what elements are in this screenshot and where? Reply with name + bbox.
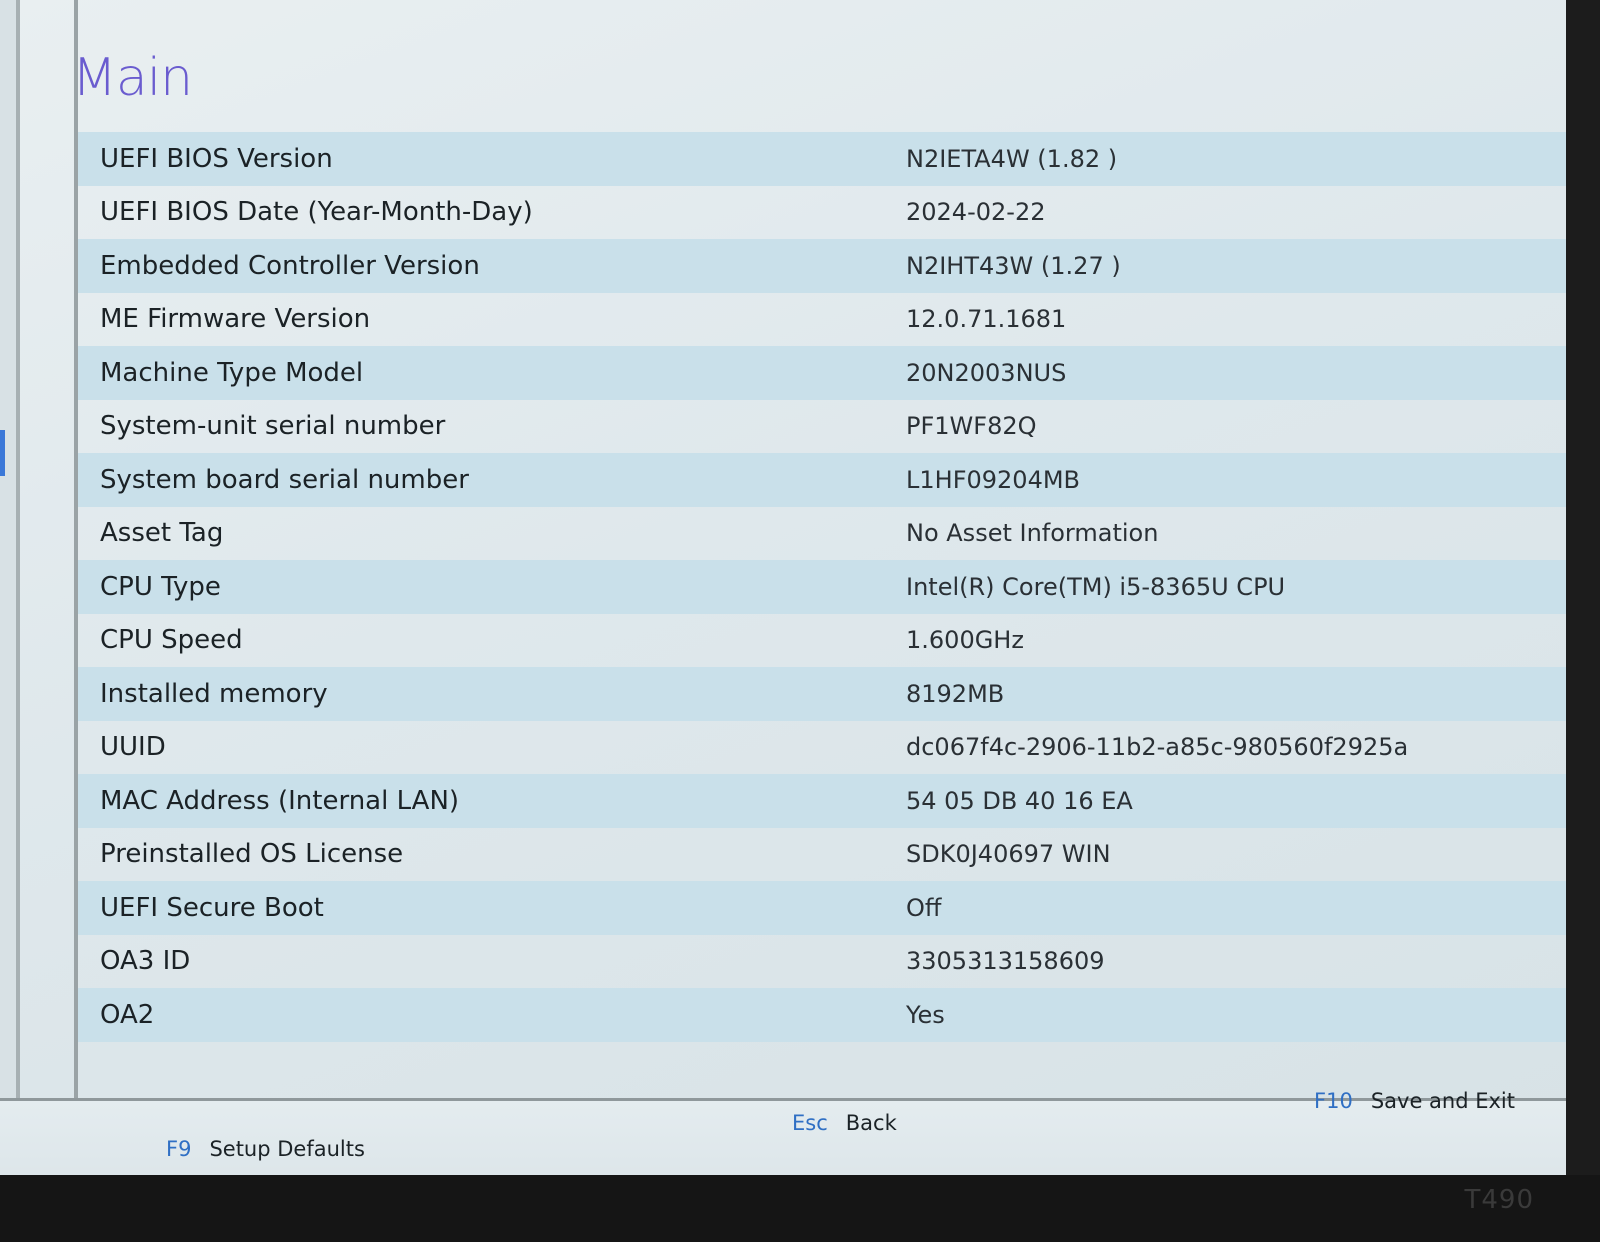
info-value: 8192MB: [906, 679, 1005, 708]
system-info-list: UEFI BIOS Version N2IETA4W (1.82 ) UEFI …: [78, 132, 1566, 1042]
info-row-me-firmware: ME Firmware Version 12.0.71.1681: [78, 293, 1566, 347]
info-label: System-unit serial number: [100, 411, 446, 442]
info-row-secure-boot: UEFI Secure Boot Off: [78, 881, 1566, 935]
info-value: 2024-02-22: [906, 198, 1046, 227]
info-value: No Asset Information: [906, 519, 1159, 548]
info-label: OA2: [100, 999, 155, 1030]
info-value: L1HF09204MB: [906, 465, 1081, 494]
info-row-unit-serial: System-unit serial number PF1WF82Q: [78, 400, 1566, 454]
info-value: 1.600GHz: [906, 626, 1024, 655]
info-value: N2IETA4W (1.82 ): [906, 144, 1118, 173]
info-label: UEFI BIOS Date (Year-Month-Day): [100, 197, 533, 228]
info-label: MAC Address (Internal LAN): [100, 785, 460, 816]
info-row-mac-address: MAC Address (Internal LAN) 54 05 DB 40 1…: [78, 774, 1566, 828]
info-label: UEFI Secure Boot: [100, 892, 324, 923]
save-and-exit-label: Save and Exit: [1370, 1089, 1515, 1113]
info-row-asset-tag: Asset Tag No Asset Information: [78, 507, 1566, 561]
bios-screen: Main UEFI BIOS Version N2IETA4W (1.82 ) …: [0, 0, 1566, 1175]
save-and-exit-button[interactable]: F10 Save and Exit: [1314, 1089, 1515, 1113]
info-value: Off: [906, 893, 942, 922]
info-label: UUID: [100, 732, 166, 763]
info-label: Asset Tag: [100, 518, 224, 549]
info-label: ME Firmware Version: [100, 304, 371, 335]
info-row-machine-type: Machine Type Model 20N2003NUS: [78, 346, 1566, 400]
setup-defaults-label: Setup Defaults: [209, 1137, 365, 1161]
left-navigation-edge: [0, 0, 20, 1110]
info-label: Preinstalled OS License: [100, 839, 404, 870]
info-row-ec-version: Embedded Controller Version N2IHT43W (1.…: [78, 239, 1566, 293]
info-row-cpu-speed: CPU Speed 1.600GHz: [78, 614, 1566, 668]
info-value: Yes: [906, 1000, 945, 1029]
info-label: CPU Type: [100, 571, 221, 602]
info-label: Installed memory: [100, 678, 328, 709]
info-label: OA3 ID: [100, 946, 191, 977]
info-row-os-license: Preinstalled OS License SDK0J40697 WIN: [78, 828, 1566, 882]
info-value: N2IHT43W (1.27 ): [906, 251, 1121, 280]
nav-selection-indicator: [0, 430, 5, 476]
info-row-installed-memory: Installed memory 8192MB: [78, 667, 1566, 721]
info-label: CPU Speed: [100, 625, 243, 656]
model-label: T490: [1464, 1185, 1534, 1215]
info-label: System board serial number: [100, 464, 469, 495]
info-row-board-serial: System board serial number L1HF09204MB: [78, 453, 1566, 507]
info-value: 12.0.71.1681: [906, 305, 1067, 334]
f9-key-label: F9: [166, 1137, 192, 1161]
back-button[interactable]: Esc Back: [792, 1111, 897, 1135]
esc-key-label: Esc: [792, 1111, 828, 1135]
info-row-cpu-type: CPU Type Intel(R) Core(TM) i5-8365U CPU: [78, 560, 1566, 614]
page-title: Main: [72, 48, 193, 108]
laptop-bezel: [0, 1175, 1600, 1242]
info-value: 20N2003NUS: [906, 358, 1067, 387]
info-value: Intel(R) Core(TM) i5-8365U CPU: [906, 572, 1286, 601]
back-label: Back: [845, 1111, 897, 1135]
info-value: PF1WF82Q: [906, 412, 1037, 441]
info-label: Embedded Controller Version: [100, 250, 480, 281]
f10-key-label: F10: [1314, 1089, 1353, 1113]
info-value: dc067f4c-2906-11b2-a85c-980560f2925a: [906, 733, 1409, 762]
info-row-uuid: UUID dc067f4c-2906-11b2-a85c-980560f2925…: [78, 721, 1566, 775]
info-value: 3305313158609: [906, 947, 1105, 976]
info-row-oa2: OA2 Yes: [78, 988, 1566, 1042]
info-label: Machine Type Model: [100, 357, 364, 388]
setup-defaults-button[interactable]: F9 Setup Defaults: [166, 1137, 365, 1161]
info-row-oa3-id: OA3 ID 3305313158609: [78, 935, 1566, 989]
info-row-bios-date: UEFI BIOS Date (Year-Month-Day) 2024-02-…: [78, 186, 1566, 240]
info-label: UEFI BIOS Version: [100, 143, 333, 174]
footer-key-bar: F9 Setup Defaults Esc Back F10 Save and …: [0, 1089, 1566, 1175]
info-value: 54 05 DB 40 16 EA: [906, 786, 1133, 815]
info-row-bios-version: UEFI BIOS Version N2IETA4W (1.82 ): [78, 132, 1566, 186]
info-value: SDK0J40697 WIN: [906, 840, 1111, 869]
